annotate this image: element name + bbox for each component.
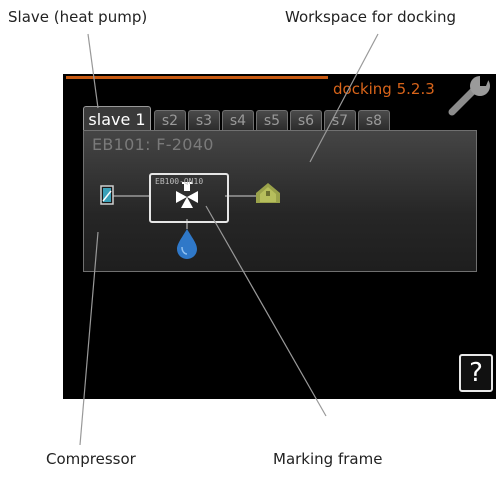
compressor-icon xyxy=(100,185,114,205)
tab-s5[interactable]: s5 xyxy=(256,110,288,131)
tab-s6[interactable]: s6 xyxy=(290,110,322,131)
tab-slave-1[interactable]: slave 1 xyxy=(83,106,151,131)
display-screen: docking 5.2.3 slave 1 s2 s3 s4 s5 s6 s7 … xyxy=(63,74,496,399)
title-bar-accent xyxy=(66,76,328,79)
callout-marking-frame: Marking frame xyxy=(273,450,383,468)
wrench-icon[interactable] xyxy=(446,74,496,118)
tab-s8[interactable]: s8 xyxy=(358,110,390,131)
tab-s7[interactable]: s7 xyxy=(324,110,356,131)
docking-workspace[interactable]: EB101: F-2040 EB100-QN10 xyxy=(83,130,477,272)
tab-s4[interactable]: s4 xyxy=(222,110,254,131)
help-button[interactable]: ? xyxy=(459,354,493,392)
house-heating-icon xyxy=(256,183,280,203)
menu-title: docking 5.2.3 xyxy=(333,80,435,98)
tab-s3[interactable]: s3 xyxy=(188,110,220,131)
callout-compressor: Compressor xyxy=(46,450,136,468)
marking-frame-label: EB100-QN10 xyxy=(155,177,204,186)
docking-diagram xyxy=(100,182,280,259)
water-drop-icon xyxy=(177,229,197,259)
callout-workspace: Workspace for docking xyxy=(285,8,456,26)
marking-frame[interactable]: EB100-QN10 xyxy=(149,173,229,223)
callout-slave: Slave (heat pump) xyxy=(8,8,148,26)
tab-s2[interactable]: s2 xyxy=(154,110,186,131)
